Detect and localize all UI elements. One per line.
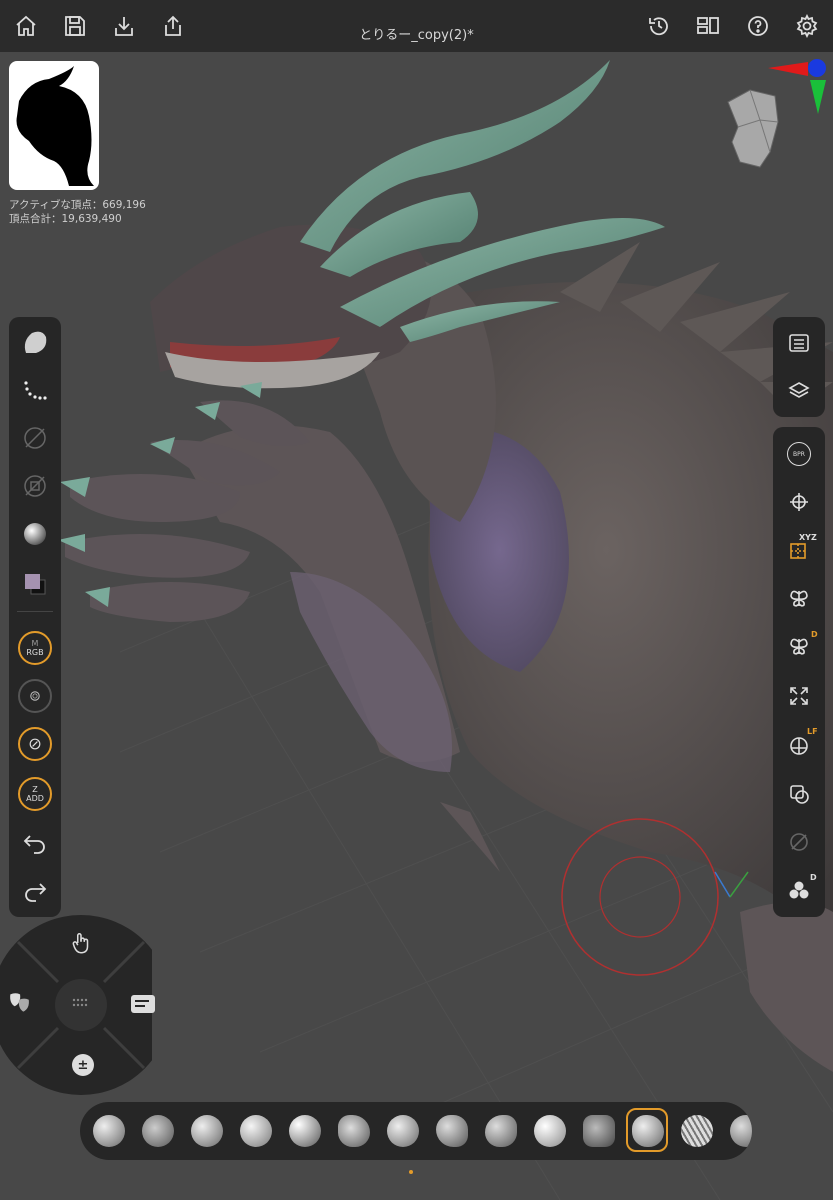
brush-sphere[interactable] <box>534 1115 566 1147</box>
dynamic-symmetry-icon[interactable] <box>784 631 814 661</box>
brush-smooth[interactable] <box>289 1115 321 1147</box>
dynamic-badge: D <box>811 630 818 639</box>
bpr-button[interactable]: BPR <box>784 439 814 469</box>
brush-orb[interactable] <box>730 1115 752 1147</box>
brush-preview-icon[interactable] <box>18 325 52 359</box>
divider <box>17 611 53 612</box>
model-thumbnail[interactable] <box>9 61 99 190</box>
help-icon[interactable] <box>746 14 770 38</box>
right-top-panel <box>773 317 825 417</box>
page-indicator-dot <box>409 1170 413 1174</box>
brush-trim[interactable] <box>485 1115 517 1147</box>
ghost-disabled-icon[interactable] <box>784 827 814 857</box>
total-vertex-count: 頂点合計：19,639,490 <box>9 213 122 225</box>
touch-gesture-icon[interactable] <box>68 930 94 956</box>
history-icon[interactable] <box>647 14 671 38</box>
layers-icon[interactable] <box>784 376 814 406</box>
zadd-bottom-label: ADD <box>26 794 44 803</box>
brush-clay-buildup[interactable] <box>93 1115 125 1147</box>
redo-icon[interactable] <box>18 873 52 907</box>
solo-badge: D <box>810 873 817 882</box>
undo-icon[interactable] <box>18 825 52 859</box>
menu-card-icon[interactable] <box>130 993 156 1015</box>
lf-badge: LF <box>807 727 818 736</box>
brush-chisel[interactable] <box>583 1115 615 1147</box>
active-vertex-count: アクティブな頂点：669,196 <box>9 199 146 211</box>
brush-inflate[interactable] <box>240 1115 272 1147</box>
xyz-badge: XYZ <box>799 533 817 542</box>
add-subtract-button[interactable]: ± <box>72 1054 94 1076</box>
zadd-top-label: Z <box>32 785 38 794</box>
masking-icon[interactable] <box>6 990 32 1016</box>
brush-pinch[interactable] <box>436 1115 468 1147</box>
right-tool-panel: BPR XYZ D LF D <box>773 427 825 917</box>
transparency-icon[interactable] <box>784 779 814 809</box>
draw-size-dial[interactable] <box>18 727 52 761</box>
symmetry-icon[interactable] <box>784 583 814 613</box>
bpr-label: BPR <box>787 442 811 466</box>
settings-icon[interactable] <box>795 13 819 39</box>
brush-clay[interactable] <box>632 1115 664 1147</box>
material-sphere-icon[interactable] <box>18 517 52 551</box>
brush-standard[interactable] <box>142 1115 174 1147</box>
left-tool-panel: M RGB Z ADD <box>9 317 61 917</box>
stroke-icon[interactable] <box>18 373 52 407</box>
zadd-toggle[interactable]: Z ADD <box>18 777 52 811</box>
alpha-disabled-icon[interactable] <box>18 421 52 455</box>
gesture-pad: ± <box>0 910 171 1100</box>
brush-damstandard[interactable] <box>191 1115 223 1147</box>
layout-icon[interactable] <box>696 14 720 38</box>
color-swatch[interactable] <box>18 567 52 601</box>
fit-view-icon[interactable] <box>784 681 814 711</box>
rgb-bottom-label: RGB <box>26 648 44 657</box>
rgb-top-label: M <box>31 639 39 648</box>
brush-move[interactable] <box>338 1115 370 1147</box>
intensity-dial[interactable] <box>18 679 52 713</box>
brush-dam-tubes[interactable] <box>681 1115 713 1147</box>
subtool-list-icon[interactable] <box>784 328 814 358</box>
frame-icon[interactable] <box>784 487 814 517</box>
brush-bar <box>80 1102 752 1160</box>
rgb-mode-toggle[interactable]: M RGB <box>18 631 52 665</box>
brush-snakehook[interactable] <box>387 1115 419 1147</box>
vertex-stats: アクティブな頂点：669,196 頂点合計：19,639,490 <box>9 198 146 226</box>
texture-disabled-icon[interactable] <box>18 469 52 503</box>
top-toolbar: とりるー_copy(2)* <box>0 0 833 52</box>
